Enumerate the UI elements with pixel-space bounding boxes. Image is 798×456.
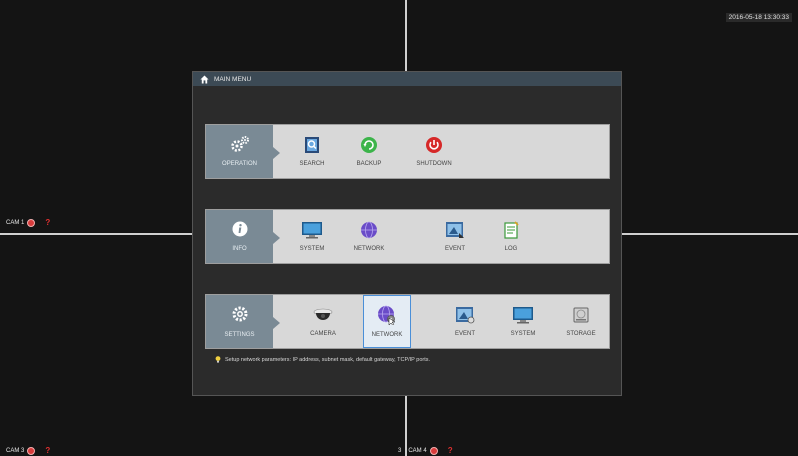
menu-item-event-settings[interactable]: EVENT (441, 295, 489, 348)
menu-item-system[interactable]: SYSTEM (288, 210, 336, 263)
record-status-icon (27, 218, 36, 227)
menu-item-label: EVENT (444, 246, 465, 252)
menu-item-label: SYSTEM (299, 246, 325, 252)
menu-item-label: SEARCH (299, 161, 325, 167)
menu-item-label: STORAGE (566, 331, 596, 337)
menu-item-system-settings[interactable]: SYSTEM (499, 295, 547, 348)
category-label: INFO (232, 246, 247, 252)
lightbulb-icon (215, 356, 221, 363)
menu-item-camera[interactable]: CAMERA (299, 295, 347, 348)
camera-label-3: CAM 3 ? (6, 446, 50, 455)
camera-label-4: 3 CAM 4 ? (398, 446, 453, 455)
search-icon (305, 137, 319, 153)
monitor-icon (302, 222, 322, 239)
power-icon (426, 137, 442, 153)
settings-icon (232, 306, 247, 322)
camera-label-1: CAM 1 ? (6, 218, 50, 227)
category-operation: OPERATION (206, 125, 280, 178)
menu-item-shutdown[interactable]: SHUTDOWN (410, 125, 458, 178)
backup-icon (361, 137, 377, 153)
menu-item-search[interactable]: SEARCH (288, 125, 336, 178)
network-settings-icon (378, 305, 396, 325)
help-tip-text: Setup network parameters: IP address, su… (225, 356, 431, 363)
event-settings-icon (456, 307, 475, 324)
category-label: OPERATION (222, 161, 257, 167)
menu-item-network-settings[interactable]: NETWORK (363, 295, 411, 348)
menu-item-label: LOG (504, 246, 518, 252)
timestamp: 2016-05-18 13:30:33 (725, 13, 792, 22)
menu-item-label: SYSTEM (510, 331, 536, 337)
event-icon (446, 222, 464, 238)
settings-row: SETTINGS CAMERA NETWORK EVENT SYSTEM STO… (205, 294, 610, 349)
main-menu-dialog: MAIN MENU OPERATION SEARCH BACKUP SHUTDO… (192, 71, 622, 396)
gears-icon (230, 136, 249, 152)
help-tip: Setup network parameters: IP address, su… (215, 356, 430, 363)
home-icon[interactable] (200, 74, 209, 84)
menu-item-label: BACKUP (356, 161, 382, 167)
menu-item-label: NETWORK (353, 246, 385, 252)
camera-name: CAM 1 (6, 219, 25, 226)
alarm-question-icon: ? (447, 446, 453, 455)
dialog-title-bar: MAIN MENU (193, 72, 621, 86)
menu-item-network[interactable]: NETWORK (345, 210, 393, 263)
menu-item-storage[interactable]: STORAGE (557, 295, 605, 348)
camera-channel-number: 3 (398, 447, 402, 454)
menu-item-label: SHUTDOWN (416, 161, 452, 167)
menu-item-label: EVENT (454, 331, 475, 337)
monitor-icon (513, 307, 533, 324)
globe-icon (361, 221, 377, 239)
menu-item-label: NETWORK (371, 332, 403, 338)
hdd-icon (573, 307, 589, 323)
alarm-question-icon: ? (45, 218, 51, 227)
info-row: INFO SYSTEM NETWORK EVENT LOG (205, 209, 610, 264)
dome-camera-icon (313, 308, 333, 320)
record-status-icon (27, 446, 36, 455)
dialog-title: MAIN MENU (214, 75, 252, 83)
menu-item-backup[interactable]: BACKUP (345, 125, 393, 178)
menu-item-event[interactable]: EVENT (431, 210, 479, 263)
log-icon (504, 221, 519, 239)
category-info: INFO (206, 210, 280, 263)
menu-item-label: CAMERA (310, 331, 336, 337)
record-status-icon (429, 446, 438, 455)
category-label: SETTINGS (224, 332, 255, 338)
category-settings: SETTINGS (206, 295, 280, 348)
camera-name: CAM 3 (6, 447, 25, 454)
operation-row: OPERATION SEARCH BACKUP SHUTDOWN (205, 124, 610, 179)
menu-item-log[interactable]: LOG (487, 210, 535, 263)
info-icon (232, 221, 247, 237)
camera-name: CAM 4 (408, 447, 427, 454)
alarm-question-icon: ? (45, 446, 51, 455)
